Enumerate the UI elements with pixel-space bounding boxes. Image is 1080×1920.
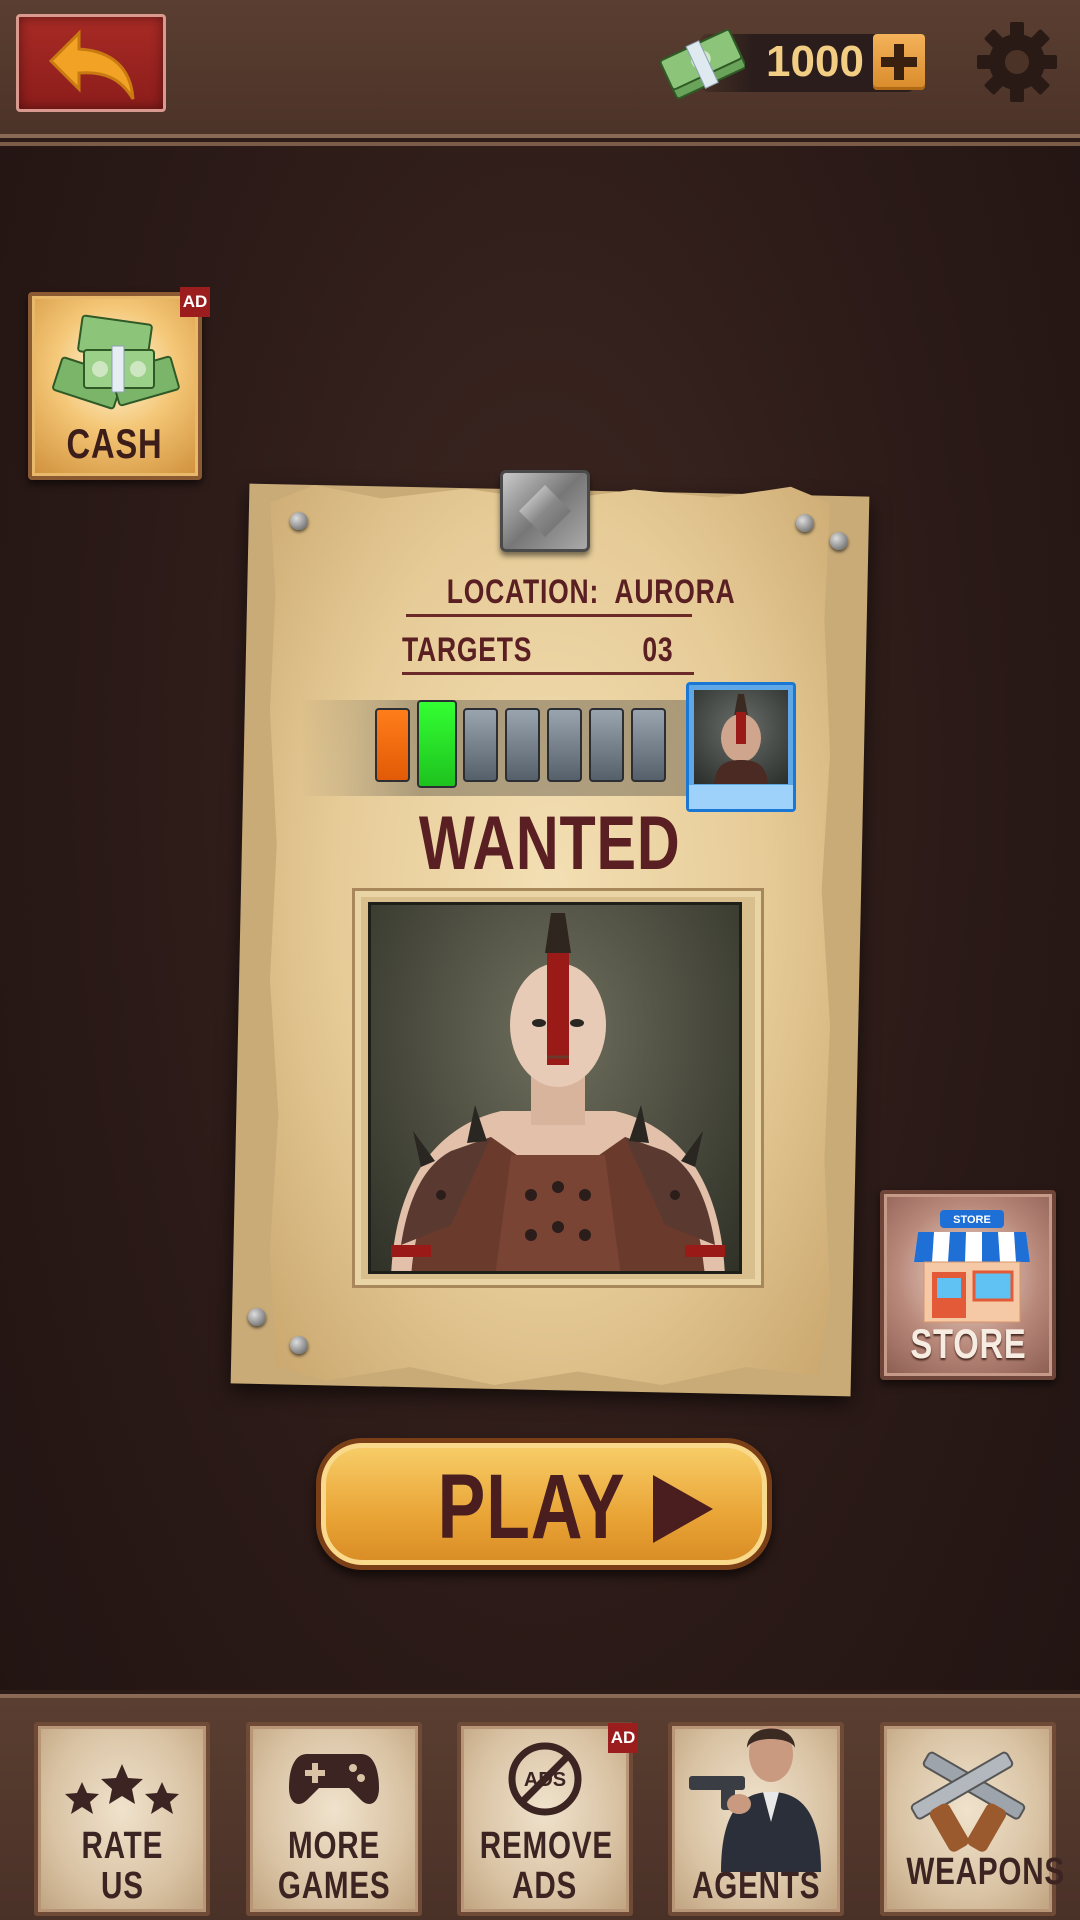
nail xyxy=(290,512,308,530)
ad-badge: AD xyxy=(180,287,210,317)
agent-portrait-icon xyxy=(689,1726,821,1872)
current-target-thumbnail[interactable] xyxy=(686,682,796,812)
rate-us-button[interactable]: RATE US xyxy=(34,1722,210,1916)
ad-badge: AD xyxy=(608,1723,638,1753)
more-games-line1: MORE xyxy=(287,1825,381,1867)
store-button[interactable]: STORE STORE xyxy=(880,1190,1056,1380)
weapons-button[interactable]: WEAPONS xyxy=(880,1722,1064,1916)
location-text: LOCATION: AURORA xyxy=(446,573,736,611)
targets-label: TARGETS xyxy=(402,631,533,669)
remove-ads-line1: REMOVE xyxy=(479,1825,613,1867)
rate-label-line2: US xyxy=(100,1865,144,1907)
back-arrow-icon xyxy=(49,29,135,100)
stars-icon xyxy=(65,1764,179,1814)
progress-segment-current xyxy=(417,700,457,788)
money-stacks-icon xyxy=(52,314,180,410)
targets-count: 03 xyxy=(642,631,674,669)
wanted-title: WANTED xyxy=(419,801,681,886)
location-line: LOCATION: AURORA xyxy=(406,570,735,617)
add-cash-button[interactable] xyxy=(873,34,925,90)
plus-icon xyxy=(881,44,917,80)
gear-icon[interactable] xyxy=(975,20,1059,104)
remove-ads-line2: ADS xyxy=(512,1865,578,1907)
progress-segment-pending xyxy=(589,708,624,782)
progress-segment-pending xyxy=(547,708,582,782)
progress-segment-completed xyxy=(375,708,410,782)
wanted-target-portrait xyxy=(368,902,742,1274)
nail xyxy=(248,1308,266,1326)
play-button[interactable]: PLAY xyxy=(316,1438,772,1570)
cash-button-label: CASH xyxy=(67,420,163,467)
more-games-button[interactable]: MORE GAMES xyxy=(246,1722,422,1916)
no-ads-icon-text: ADS xyxy=(524,1769,566,1791)
target-portrait-image xyxy=(391,913,725,1271)
nail xyxy=(290,1336,308,1354)
money-stack-icon xyxy=(659,29,745,100)
progress-segment-pending xyxy=(463,708,498,782)
agents-button[interactable]: AGENTS xyxy=(668,1722,844,1916)
play-label: PLAY xyxy=(437,1456,626,1558)
weapons-label: WEAPONS xyxy=(906,1851,1065,1893)
cash-amount: 1000 xyxy=(766,37,864,86)
target-face-icon xyxy=(714,694,768,784)
agents-label: AGENTS xyxy=(691,1865,821,1907)
progress-segment-pending xyxy=(505,708,540,782)
nail xyxy=(796,514,814,532)
crossed-revolvers-icon xyxy=(910,1751,1026,1852)
targets-line: TARGETS 03 xyxy=(402,628,694,675)
store-sign-text: STORE xyxy=(953,1214,991,1226)
gamepad-icon xyxy=(289,1754,379,1804)
more-games-line2: GAMES xyxy=(277,1865,391,1907)
play-triangle-icon xyxy=(653,1475,713,1543)
nail xyxy=(830,532,848,550)
remove-ads-button[interactable]: ADS REMOVE ADS xyxy=(457,1722,633,1916)
back-button[interactable] xyxy=(16,14,166,112)
progress-segment-pending xyxy=(631,708,666,782)
poster-clip xyxy=(500,470,590,552)
store-button-label: STORE xyxy=(909,1320,1027,1367)
rate-label-line1: RATE xyxy=(81,1825,163,1867)
free-cash-ad-button[interactable]: CASH xyxy=(28,292,202,480)
store-icon: STORE xyxy=(914,1210,1030,1323)
no-ads-icon: ADS xyxy=(508,1742,582,1816)
